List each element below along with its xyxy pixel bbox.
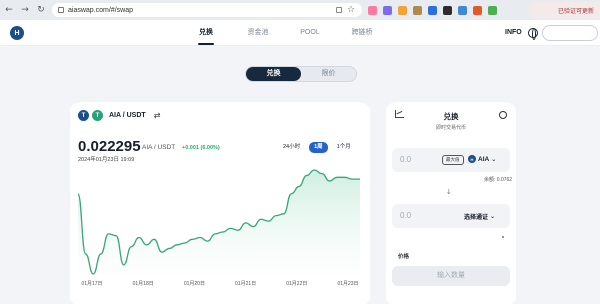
cast-icon[interactable] <box>336 7 342 13</box>
browser-toolbar: ← → ↻ aiaswap.com/#/swap ☆ <box>0 0 600 20</box>
pair-name: AIA / USDT <box>109 112 146 119</box>
x-tick-label: 01月23日 <box>337 281 359 287</box>
token-a-glyph: T <box>81 112 86 119</box>
period-tabs: 24小时 1周 1个月 <box>278 142 356 153</box>
period-24h[interactable]: 24小时 <box>278 142 305 153</box>
nav-swap[interactable]: 兑换 <box>180 20 232 46</box>
period-1w[interactable]: 1周 <box>309 142 328 153</box>
extension-icon[interactable] <box>428 5 437 15</box>
price-chart-card: T T AIA / USDT ⇄ 0.022295 AIA / USDT +0.… <box>70 102 370 304</box>
wallet-button[interactable] <box>542 25 598 41</box>
chart-area-fill <box>78 170 360 280</box>
price-label: 价格 <box>398 254 410 260</box>
price-pair-label: AIA / USDT <box>142 144 176 151</box>
extension-icon[interactable] <box>473 5 482 15</box>
price-change: +0.001 (6.00%) <box>182 145 220 151</box>
period-1m[interactable]: 1个月 <box>332 142 356 153</box>
enter-amount-button[interactable]: 输入数量 <box>392 266 510 286</box>
chevron-down-icon: ⌄ <box>491 155 497 163</box>
address-bar[interactable]: aiaswap.com/#/swap ☆ <box>52 3 362 17</box>
aia-token-icon: T <box>78 110 89 121</box>
from-amount-input[interactable]: 0.0 <box>400 155 411 164</box>
to-token-select[interactable]: 选择通证 ⌄ <box>464 212 495 221</box>
x-tick-label: 01月18日 <box>132 281 154 287</box>
settings-icon[interactable] <box>499 111 507 119</box>
usdt-token-icon: T <box>92 110 103 121</box>
divider-dot <box>502 236 504 238</box>
select-token-label: 选择通证 <box>464 215 489 221</box>
logo-text: H <box>14 29 20 37</box>
profile-button[interactable]: 已验证可更新 <box>528 2 600 18</box>
site-info-icon[interactable] <box>58 7 64 13</box>
swap-subtitle: 即时交易代币 <box>435 125 466 131</box>
pair-header: T T AIA / USDT ⇄ <box>78 110 160 121</box>
profile-label: 已验证可更新 <box>557 8 594 15</box>
back-icon[interactable]: ← <box>4 5 14 15</box>
x-tick-label: 01月22日 <box>286 281 308 287</box>
nav-pool[interactable]: POOL <box>284 20 336 46</box>
extension-icon[interactable] <box>413 5 422 15</box>
extension-icon[interactable] <box>488 5 497 15</box>
token-b-glyph: T <box>95 112 100 119</box>
tab-swap[interactable]: 兑换 <box>246 67 301 81</box>
to-amount-input[interactable]: 0.0 <box>400 211 411 220</box>
chevron-down-icon: ⌄ <box>490 213 496 220</box>
swap-card: 兑换 即时交易代币 0.0 最大值 H AIA ⌄ 余额: 0.0762 ↓ 0… <box>386 102 516 304</box>
to-input-box: 0.0 选择通证 ⌄ <box>392 204 510 228</box>
main-nav: 兑换 资金池 POOL 跨链桥 <box>180 20 388 46</box>
info-link[interactable]: INFO <box>505 20 522 46</box>
x-tick-label: 01月17日 <box>81 281 103 287</box>
extension-icon[interactable] <box>398 5 407 15</box>
max-button[interactable]: 最大值 <box>442 155 464 165</box>
x-tick-label: 01月20日 <box>183 281 205 287</box>
tab-limit[interactable]: 限价 <box>301 67 356 81</box>
extension-icon[interactable] <box>458 5 467 15</box>
app-logo[interactable]: H <box>10 26 24 40</box>
from-balance: 余额: 0.0762 <box>484 177 513 183</box>
reload-icon[interactable]: ↻ <box>36 5 46 15</box>
nav-bridge[interactable]: 跨链桥 <box>336 20 388 46</box>
url-text: aiaswap.com/#/swap <box>68 6 133 14</box>
from-token-select[interactable]: H AIA ⌄ <box>468 155 496 163</box>
from-input-box: 0.0 最大值 H AIA ⌄ <box>392 148 510 172</box>
price-area-chart <box>77 169 361 280</box>
forward-icon[interactable]: → <box>20 5 30 15</box>
x-tick-label: 01月21日 <box>235 281 257 287</box>
globe-icon[interactable] <box>528 28 538 40</box>
swap-title: 兑换 <box>443 112 459 121</box>
aia-token-icon: H <box>468 155 476 163</box>
extension-icon[interactable] <box>383 5 392 15</box>
swap-direction-icon[interactable]: ⇄ <box>154 111 161 120</box>
swap-arrow-icon[interactable]: ↓ <box>446 188 452 196</box>
extension-icon[interactable] <box>368 5 377 15</box>
x-axis-ticks: 01月17日 01月18日 01月20日 01月21日 01月22日 01月23日 <box>70 280 370 288</box>
current-price: 0.022295 <box>78 138 141 155</box>
bookmark-star-icon[interactable]: ☆ <box>346 5 356 15</box>
extension-icon[interactable] <box>443 5 452 15</box>
swap-limit-switch: 兑换 限价 <box>245 66 357 82</box>
app-header: H 兑换 资金池 POOL 跨链桥 INFO <box>0 20 600 46</box>
from-token-symbol: AIA <box>478 155 490 163</box>
nav-liquidity[interactable]: 资金池 <box>232 20 284 46</box>
